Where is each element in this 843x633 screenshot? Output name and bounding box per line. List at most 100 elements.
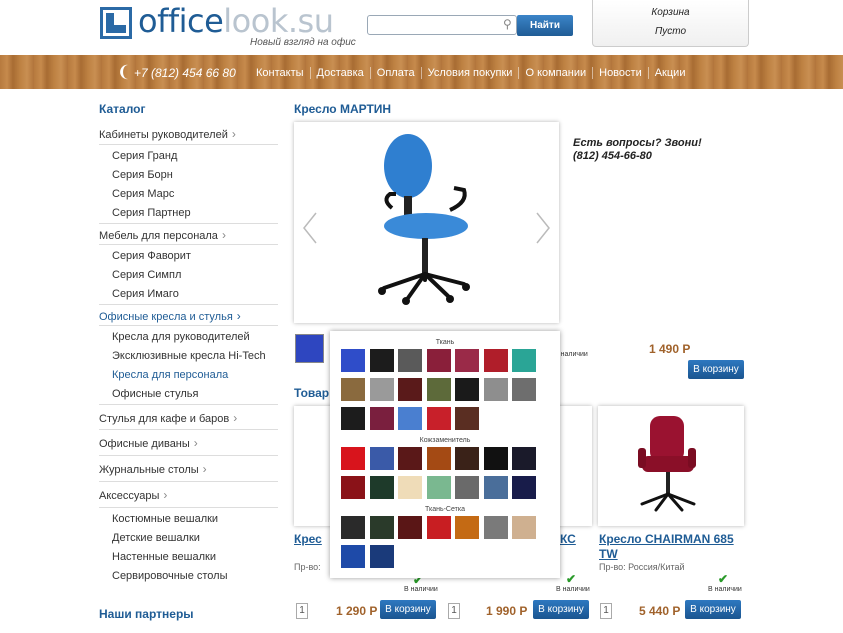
product-origin: Пр-во: [294,562,321,572]
add-to-cart-button[interactable]: В корзину [685,600,741,619]
add-to-cart-button[interactable]: В корзину [533,600,589,619]
sub-item-hitech-chairs[interactable]: Эксклюзивные кресла Hi-Tech [99,347,278,366]
color-swatch[interactable] [368,446,395,471]
color-swatch[interactable] [482,446,509,471]
category-coffee-tables[interactable]: Журнальные столы › [99,456,278,482]
nav-delivery[interactable]: Доставка [309,67,370,79]
color-swatch[interactable] [511,515,537,540]
sub-item-wall-hangers[interactable]: Настенные вешалки [99,548,278,567]
sub-item-suit-hangers[interactable]: Костюмные вешалки [99,510,278,529]
color-swatch[interactable] [454,406,480,431]
color-swatch[interactable] [340,406,366,431]
color-swatch[interactable] [340,348,366,373]
logo-mark-icon [100,7,132,39]
sub-item-partner[interactable]: Серия Партнер [99,204,278,223]
sub-item-kids-hangers[interactable]: Детские вешалки [99,529,278,548]
color-swatch[interactable] [482,475,509,500]
color-swatch[interactable] [511,475,537,500]
cart-status: Пусто [654,26,687,37]
category-office-chairs[interactable]: Офисные кресла и стулья › [99,304,278,326]
category-office-sofas[interactable]: Офисные диваны › [99,430,278,456]
category-executive-offices[interactable]: Кабинеты руководителей › [99,123,278,145]
nav-contacts[interactable]: Контакты [250,67,310,79]
color-swatch[interactable] [368,377,395,402]
group-label-leatherette: Кожзаменитель [419,437,471,444]
phone-number: +7 (812) 454 66 80 [134,66,236,80]
color-swatch[interactable] [397,348,423,373]
category-accessories[interactable]: Аксессуары › [99,482,278,508]
color-swatch[interactable] [425,446,452,471]
color-swatch[interactable] [454,348,480,373]
color-thumbnail[interactable] [295,334,324,363]
color-swatch[interactable] [511,348,537,373]
nav-terms[interactable]: Условия покупки [420,67,519,79]
color-swatch[interactable] [482,515,509,540]
next-arrow-icon[interactable] [535,212,551,244]
color-swatch[interactable] [482,377,509,402]
prev-arrow-icon[interactable] [302,212,318,244]
nav-news[interactable]: Новости [592,67,648,79]
color-swatch[interactable] [454,475,480,500]
top-nav: Контакты Доставка Оплата Условия покупки… [250,67,691,79]
color-swatch[interactable] [368,475,395,500]
site-logo[interactable]: officelook.su Новый взгляд на офис [100,2,360,50]
sub-item-grand[interactable]: Серия Гранд [99,147,278,166]
nav-payment[interactable]: Оплата [369,67,421,79]
sub-item-executive-chairs[interactable]: Кресла для руководителей [99,328,278,347]
sub-item-favorit[interactable]: Серия Фаворит [99,247,278,266]
cart-title: Корзина [651,7,690,18]
color-swatch[interactable] [425,515,452,540]
sub-item-serving-tables[interactable]: Сервировочные столы [99,567,278,586]
color-swatch[interactable] [397,446,423,471]
catalog-menu: Кабинеты руководителей › Серия Гранд Сери… [99,123,278,586]
color-swatch[interactable] [340,446,366,471]
color-swatch[interactable] [368,515,395,540]
color-swatch[interactable] [368,544,395,569]
color-swatch[interactable] [340,377,366,402]
color-swatch[interactable] [454,377,480,402]
quantity-field[interactable]: 1 [296,603,308,619]
nav-promos[interactable]: Акции [647,67,692,79]
color-swatch[interactable] [482,348,509,373]
sub-item-office-stools[interactable]: Офисные стулья [99,385,278,404]
color-swatch[interactable] [397,515,423,540]
product-name[interactable]: Кресло CHAIRMAN 685 TW [599,532,734,562]
category-staff-furniture[interactable]: Мебель для персонала › [99,223,278,245]
sub-item-simple[interactable]: Серия Симпл [99,266,278,285]
sub-item-imago[interactable]: Серия Имаго [99,285,278,304]
category-cafe-chairs[interactable]: Стулья для кафе и баров › [99,404,278,430]
color-swatch[interactable] [397,377,423,402]
color-swatch[interactable] [397,406,423,431]
color-swatch[interactable] [511,377,537,402]
search-icon[interactable]: ⚲ [503,17,517,31]
color-swatch[interactable] [368,348,395,373]
color-swatch[interactable] [340,544,366,569]
product-card[interactable] [598,406,744,526]
cart-widget[interactable]: Корзина Пусто [592,0,749,47]
add-to-cart-button[interactable]: В корзину [688,360,744,379]
color-swatch[interactable] [425,377,452,402]
product-name[interactable]: Крес [294,532,322,546]
color-swatch[interactable] [511,446,537,471]
stock-label: В наличии [708,586,742,593]
phone-icon: ❨ [117,64,131,81]
sub-item-born[interactable]: Серия Борн [99,166,278,185]
product-name[interactable]: КС [560,532,576,546]
add-to-cart-button[interactable]: В корзину [380,600,436,619]
search-button[interactable]: Найти [517,15,573,36]
color-swatch[interactable] [425,348,452,373]
color-swatch[interactable] [425,475,452,500]
nav-about[interactable]: О компании [518,67,592,79]
color-swatch[interactable] [454,446,480,471]
color-swatch[interactable] [340,515,366,540]
sub-item-mars[interactable]: Серия Марс [99,185,278,204]
color-swatch[interactable] [454,515,480,540]
quantity-field[interactable]: 1 [448,603,460,619]
color-swatch[interactable] [425,406,452,431]
quantity-field[interactable]: 1 [600,603,612,619]
search-input[interactable] [367,15,517,35]
sub-item-staff-chairs[interactable]: Кресла для персонала [99,366,278,385]
color-swatch[interactable] [368,406,395,431]
color-swatch[interactable] [397,475,423,500]
color-swatch[interactable] [340,475,366,500]
